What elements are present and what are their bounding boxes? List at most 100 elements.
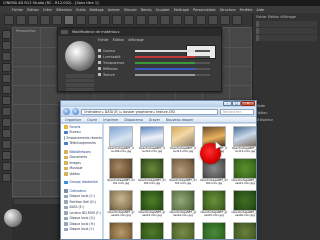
left-tool-icon[interactable] [1,41,11,50]
object-manager-menu[interactable]: Fichier Édition Affichage [256,14,317,20]
menu-item-12[interactable]: Structure [220,8,236,12]
file-thumbnail[interactable] [202,190,226,211]
left-tool-icon[interactable] [1,129,11,138]
back-arrow-icon[interactable]: ‹ [63,108,70,115]
file-tile[interactable]: OpenfootageNET_grass01-mini.jpg [231,158,256,188]
toolbar-tool-icon[interactable] [220,15,230,25]
material-preview-sphere[interactable] [65,41,95,71]
left-tool-icon[interactable] [1,85,11,94]
file-thumbnail[interactable] [233,158,256,179]
menu-item-13[interactable]: Fenêtre [240,8,253,12]
menu-item-6[interactable]: Animer [108,8,120,12]
material-editor-window[interactable]: Modificateur de matériaux Fichier Édition… [57,27,222,92]
file-thumbnail[interactable] [140,126,164,147]
breadcrumb-item[interactable]: texture-OID [156,110,175,114]
file-tile[interactable]: OpenfootageNET_grass06-mini.jpg [231,190,256,220]
material-menu-item[interactable]: Affichage [128,38,144,42]
attribute-label[interactable]: Mode [256,103,317,109]
file-thumbnail[interactable] [109,158,133,179]
toolbar-tool-icon[interactable] [40,15,50,25]
menu-item-14[interactable]: Aide [256,8,264,12]
material-menu-item[interactable]: Fichier [98,38,109,42]
menu-item-2[interactable]: Créer [43,8,52,12]
menu-item-4[interactable]: Outils [76,8,86,12]
file-thumbnail[interactable] [171,190,195,211]
left-tool-icon[interactable] [1,63,11,72]
channel-checkbox[interactable] [98,61,101,64]
file-thumbnail[interactable] [109,126,133,147]
file-thumbnail[interactable] [140,158,164,179]
channel-row[interactable]: Transparence [98,60,210,65]
channel-slider[interactable] [135,55,210,58]
toolbar-tool-icon[interactable] [4,15,14,25]
toolbar-tool-icon[interactable] [88,15,98,25]
search-input[interactable]: Rechercher [220,108,254,115]
menu-item-11[interactable]: Personnaliser [193,8,216,12]
left-tool-icon[interactable] [1,52,11,61]
left-tool-icon[interactable] [1,140,11,149]
channel-row[interactable]: Luminosité [98,54,210,59]
object-row[interactable] [256,28,317,34]
command-4[interactable]: Graver [149,118,160,122]
left-tool-icon[interactable] [1,118,11,127]
file-tile[interactable]: OpenfootageNET_ground04-mini.jpg [200,222,228,239]
file-thumbnail[interactable] [109,222,133,239]
close-button[interactable]: × [241,101,255,106]
file-tile[interactable]: OpenfootageNET_ground02-mini.jpg [138,222,166,239]
channel-row[interactable]: Couleur [98,48,210,53]
toolbar-tool-icon[interactable] [112,15,122,25]
toolbar-tool-icon[interactable] [136,15,146,25]
file-tile[interactable]: OpenfootageNET_ground03-mini.jpg [169,222,197,239]
menu-item-1[interactable]: Édition [27,8,39,12]
toolbar-tool-icon[interactable] [76,15,86,25]
command-0[interactable]: Organiser [65,118,81,122]
explorer-title-bar[interactable]: – □ × [61,101,256,107]
material-menu-item[interactable]: Édition [113,38,124,42]
left-tool-icon[interactable] [1,107,11,116]
toolbar-tool-icon[interactable] [28,15,38,25]
channel-slider[interactable] [135,49,210,52]
attribute-label[interactable]: Utilisateur [256,117,317,123]
left-tool-icon[interactable] [1,173,11,182]
channel-checkbox[interactable] [98,55,101,58]
channel-list-item[interactable] [66,74,94,78]
toolbar-tool-icon[interactable] [196,15,206,25]
object-manager-panel[interactable]: Fichier Édition Affichage Mode Édition U… [252,13,320,240]
left-tool-icon[interactable] [1,74,11,83]
channel-list-item[interactable] [66,87,94,91]
toolbar-tool-icon[interactable] [52,15,62,25]
toolbar-tool-icon[interactable] [148,15,158,25]
file-tile[interactable]: OpenfootageNET_cloud10-mini.jpg [138,126,166,156]
object-row[interactable] [256,35,317,41]
toolbar-tool-icon[interactable] [172,15,182,25]
toolbar-tool-icon[interactable] [208,15,218,25]
channel-slider[interactable] [135,61,210,64]
object-row[interactable] [256,21,317,27]
channel-row[interactable]: Texture [98,72,210,77]
material-thumbnail[interactable] [4,209,22,227]
channel-slider[interactable] [135,73,210,76]
file-thumbnail[interactable] [140,222,164,239]
channel-list-item[interactable] [66,78,94,82]
breadcrumb-item[interactable]: dossier graphisme [123,110,152,114]
file-thumbnail[interactable] [202,222,226,239]
file-tile[interactable]: OpenfootageNET_ground01-mini.jpg [107,222,135,239]
left-tool-icon[interactable] [1,151,11,160]
toolbar-tool-icon[interactable] [64,15,74,25]
channel-slider[interactable] [135,67,210,70]
file-tile[interactable]: OpenfootageNET_dirt03-mini.jpg [169,158,197,188]
menu-item-8[interactable]: Rendu [141,8,152,12]
file-thumbnail[interactable] [171,158,195,179]
channel-checkbox[interactable] [98,67,101,70]
menu-item-10[interactable]: MoGraph [174,8,189,12]
breadcrumb-item[interactable]: Ordinateur [84,110,101,114]
file-thumbnail[interactable] [140,190,164,211]
toolbar-tool-icon[interactable] [100,15,110,25]
file-thumbnail[interactable] [109,190,133,211]
breadcrumb-item[interactable]: DATA (E:) [105,110,120,114]
channel-checkbox[interactable] [98,49,101,52]
file-thumbnail[interactable] [233,126,256,147]
file-thumbnail[interactable] [233,190,256,211]
file-tile[interactable]: OpenfootageNET_cloud11-mini.jpg [169,126,197,156]
menu-item-9[interactable]: Sculpter [156,8,170,12]
